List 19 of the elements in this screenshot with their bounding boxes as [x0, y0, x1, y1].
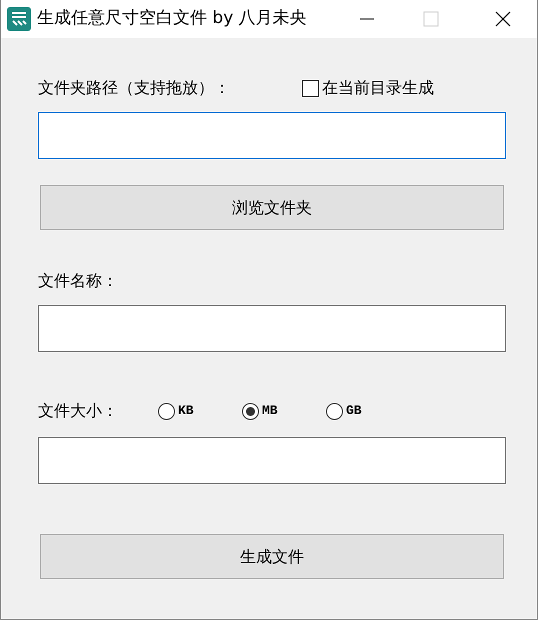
radio-label: KB	[178, 402, 194, 420]
checkbox[interactable]	[302, 80, 319, 96]
radio-label: MB	[262, 402, 278, 420]
close-icon[interactable]	[495, 11, 511, 27]
radio-label: GB	[346, 402, 362, 420]
window-title: 生成任意尺寸空白文件 by 八月未央	[37, 7, 307, 30]
input-field[interactable]	[38, 112, 506, 159]
folder-path-label: 文件夹路径（支持拖放）：	[38, 77, 231, 99]
file-size-label: 文件大小：	[38, 400, 119, 422]
input-field[interactable]	[38, 437, 506, 484]
generate-file-button[interactable]: 生成文件	[40, 534, 504, 579]
radio-button[interactable]	[158, 402, 175, 420]
input-field[interactable]	[38, 305, 506, 352]
checkbox-label: 在当前目录生成	[322, 77, 434, 99]
file-name-label: 文件名称：	[38, 270, 118, 292]
app-logo-icon	[7, 7, 31, 31]
radio-button[interactable]	[242, 402, 259, 420]
radio-button[interactable]	[326, 402, 343, 420]
browse-folder-button[interactable]: 浏览文件夹	[40, 185, 504, 230]
